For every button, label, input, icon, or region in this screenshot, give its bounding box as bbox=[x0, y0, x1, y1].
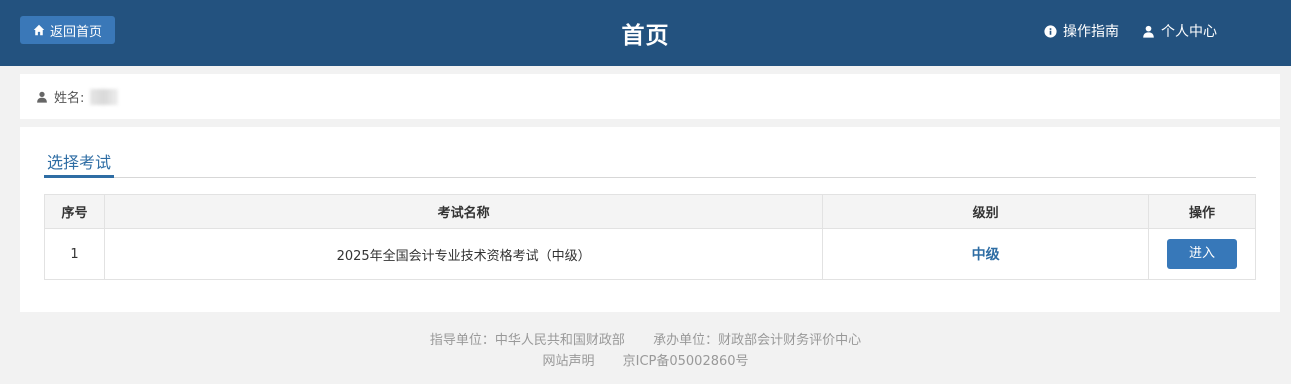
footer-line-2: 网站声明 京ICP备05002860号 bbox=[0, 351, 1291, 372]
exam-panel: 选择考试 序号 考试名称 级别 操作 1 2025年全国会计专业技术资格考试（中… bbox=[20, 127, 1280, 312]
top-header: 返回首页 首页 操作指南 个人中心 bbox=[0, 0, 1291, 66]
user-icon bbox=[1143, 25, 1154, 38]
footer-line-1: 指导单位：中华人民共和国财政部 承办单位：财政部会计财务评价中心 bbox=[0, 330, 1291, 351]
tab-select-exam[interactable]: 选择考试 bbox=[44, 149, 115, 178]
footer-icp-link[interactable]: 京ICP备05002860号 bbox=[623, 354, 749, 369]
header-exam-name: 考试名称 bbox=[103, 194, 824, 229]
header-no: 序号 bbox=[44, 194, 105, 229]
user-info-bar: 姓名: bbox=[20, 74, 1280, 119]
tab-bar: 选择考试 bbox=[44, 127, 1256, 178]
table-header-row: 序号 考试名称 级别 操作 bbox=[44, 194, 1256, 229]
footer-guide-unit: 指导单位：中华人民共和国财政部 bbox=[429, 333, 625, 348]
footer-statement-link[interactable]: 网站声明 bbox=[542, 354, 594, 369]
info-icon bbox=[1044, 24, 1057, 38]
header-action: 操作 bbox=[1148, 194, 1256, 229]
enter-button[interactable]: 进入 bbox=[1167, 239, 1237, 269]
cell-exam-name: 2025年全国会计专业技术资格考试（中级） bbox=[103, 228, 824, 280]
guide-link[interactable]: 操作指南 bbox=[1044, 21, 1119, 41]
exam-table: 序号 考试名称 级别 操作 1 2025年全国会计专业技术资格考试（中级） 中级… bbox=[44, 194, 1256, 280]
profile-label: 个人中心 bbox=[1161, 24, 1217, 40]
cell-no: 1 bbox=[44, 228, 105, 280]
profile-link[interactable]: 个人中心 bbox=[1142, 21, 1217, 41]
cell-level: 中级 bbox=[822, 228, 1150, 280]
name-value-redacted bbox=[90, 88, 119, 105]
header-level: 级别 bbox=[822, 194, 1150, 229]
footer-host-unit: 承办单位：财政部会计财务评价中心 bbox=[653, 333, 862, 348]
guide-label: 操作指南 bbox=[1063, 24, 1119, 40]
table-row: 1 2025年全国会计专业技术资格考试（中级） 中级 进入 bbox=[44, 228, 1256, 280]
level-text: 中级 bbox=[971, 247, 1000, 263]
user-icon bbox=[37, 91, 47, 103]
footer: 指导单位：中华人民共和国财政部 承办单位：财政部会计财务评价中心 网站声明 京I… bbox=[0, 330, 1291, 372]
cell-action: 进入 bbox=[1148, 228, 1256, 280]
name-label: 姓名: bbox=[54, 91, 85, 106]
